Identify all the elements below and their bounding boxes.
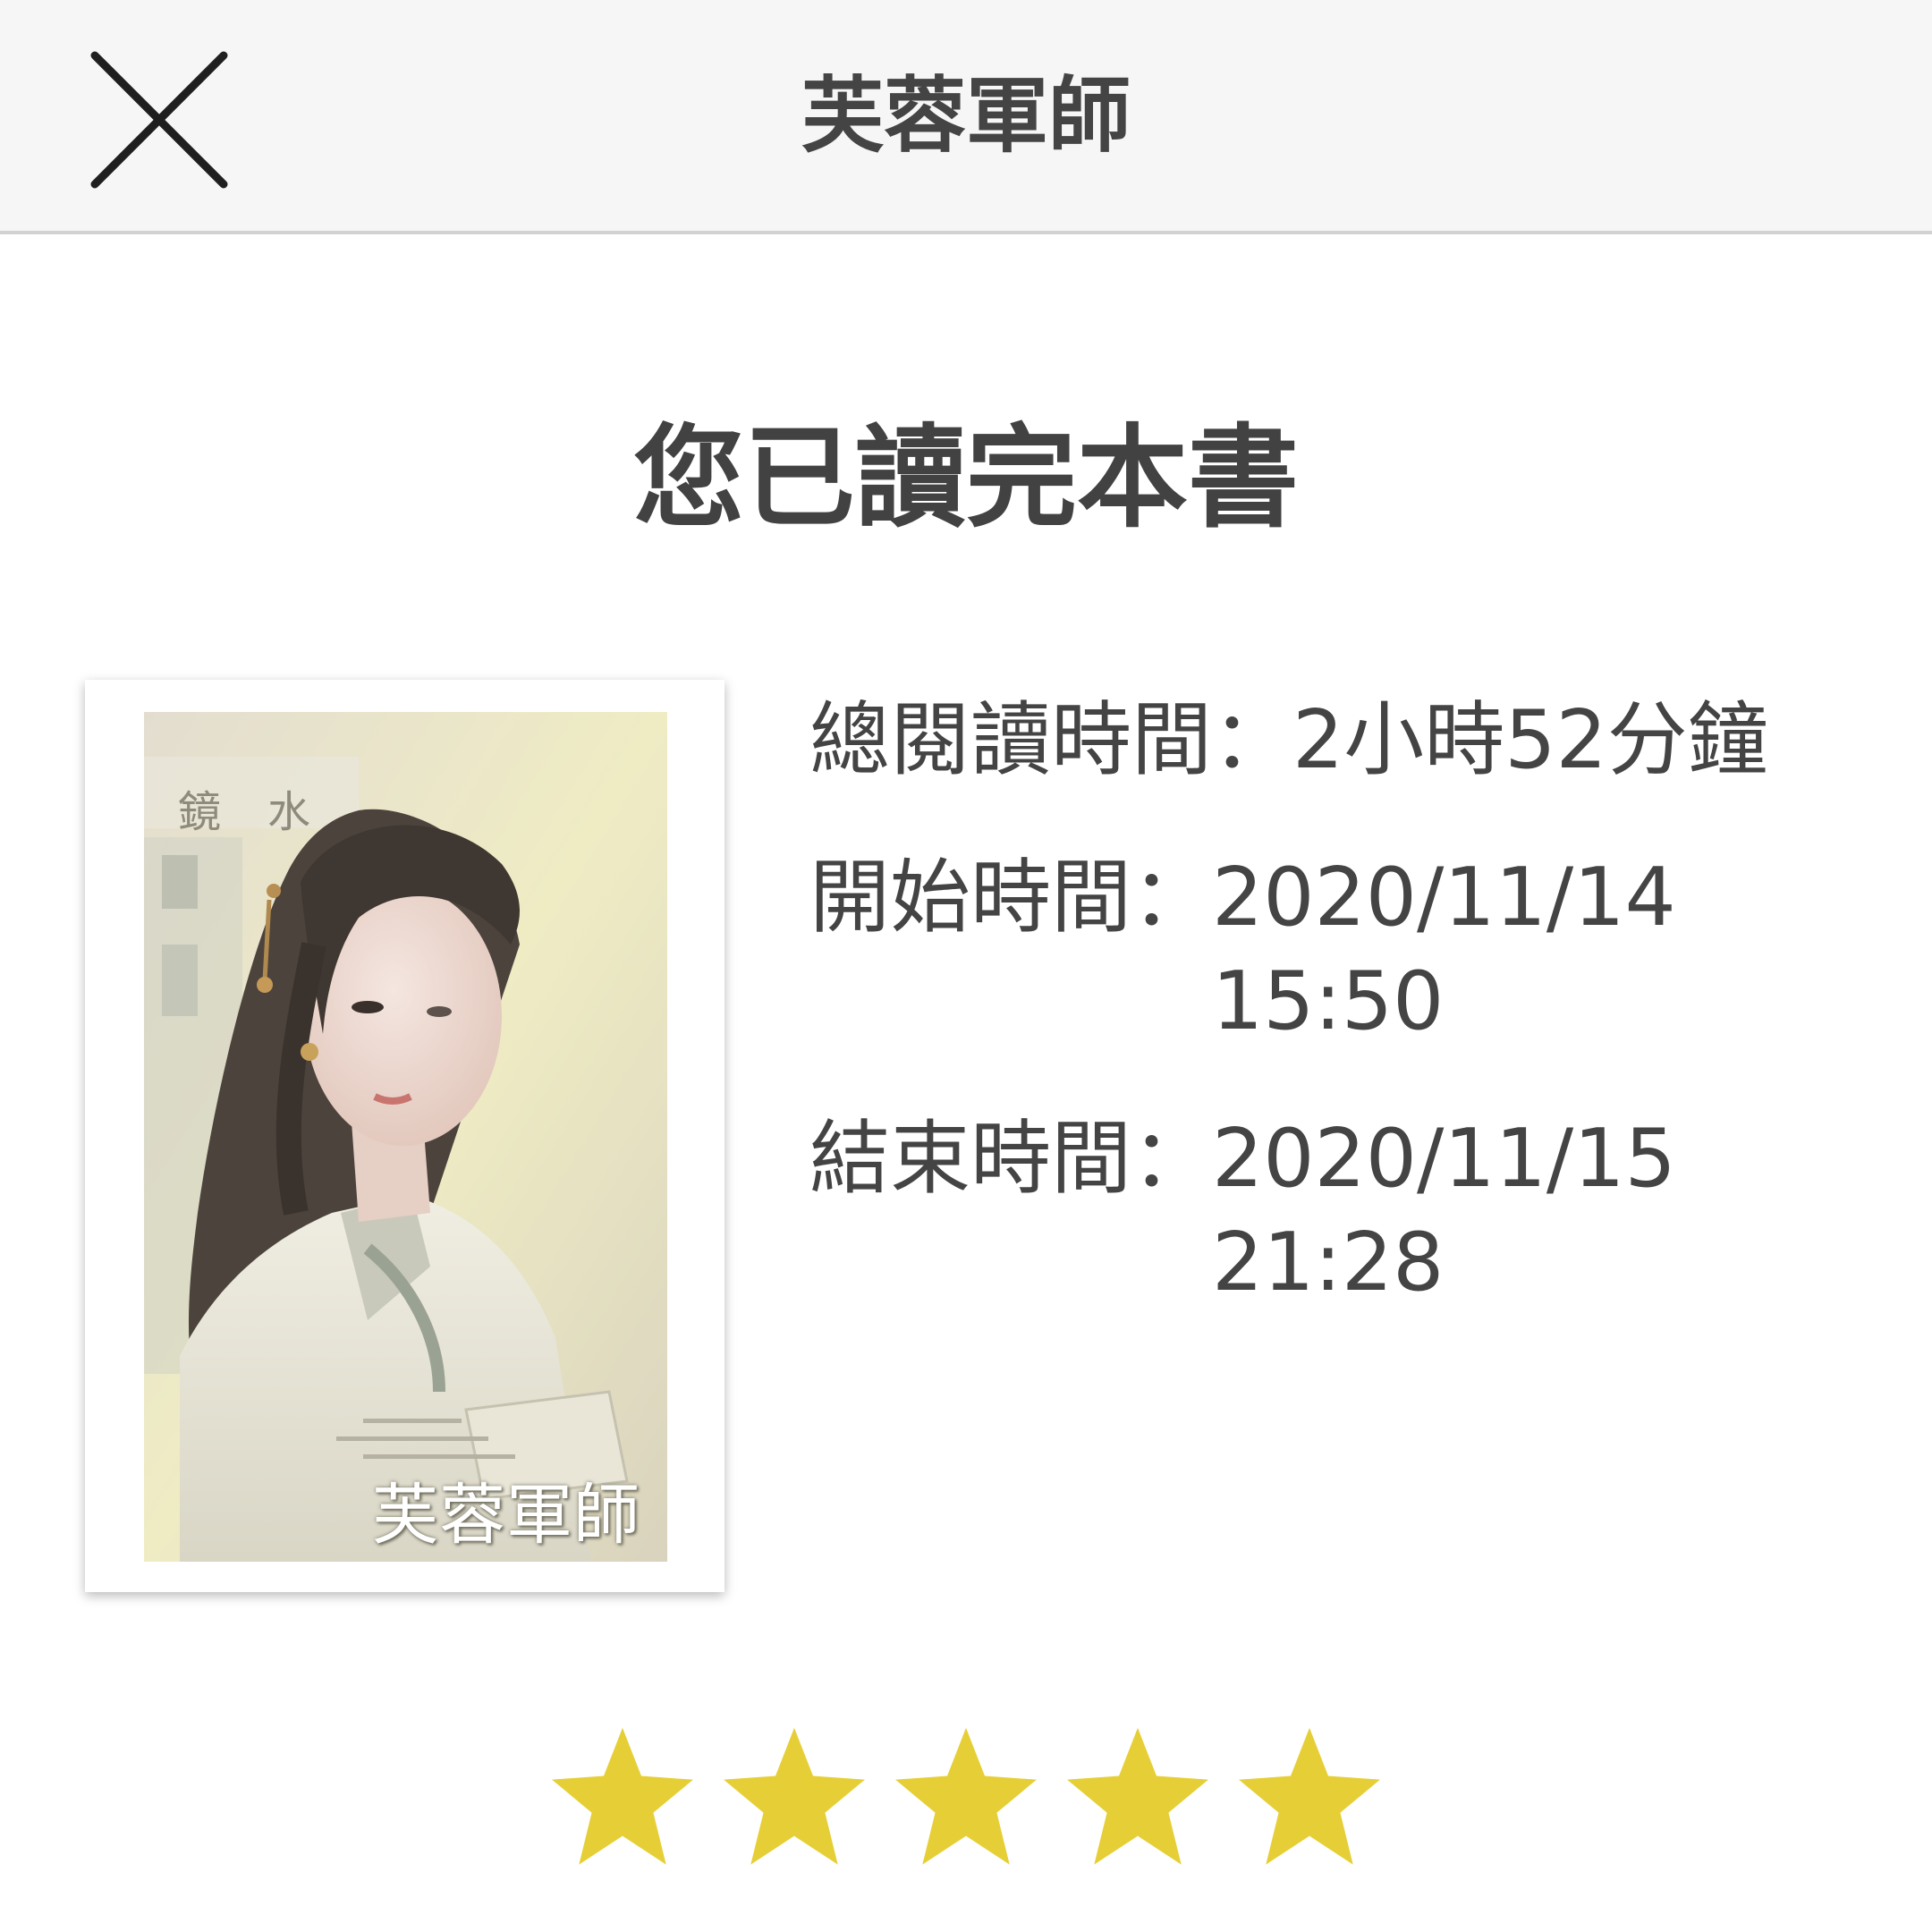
start-clock: 15:50 [1212,954,1445,1048]
finished-heading: 您已讀完本書 [632,414,1299,543]
end-time-row: 結束時間：2020/11/15 21:28 [809,1107,1883,1315]
star-icon[interactable] [891,1722,1041,1872]
end-date: 2020/11/15 [1212,1112,1676,1206]
star-rating[interactable] [0,1722,1932,1872]
total-time-label: 總閱讀時間： [809,693,1292,787]
book-title: 芙蓉軍師 [801,68,1131,164]
start-time-row: 開始時間：2020/11/14 15:50 [809,846,1883,1054]
star-icon[interactable] [1234,1722,1385,1872]
cover-illustration: 鏡 水 芙蓉軍師 [144,712,667,1562]
cover-artwork [144,712,667,1562]
total-time-value: 2小時52分鐘 [1292,693,1768,787]
reading-stats: 總閱讀時間：2小時52分鐘 開始時間：2020/11/14 15:50 結束時間：… [809,689,1883,1315]
start-time-label: 開始時間： [809,851,1212,945]
end-clock: 21:28 [1212,1216,1445,1309]
top-bar: 芙蓉軍師 [0,0,1932,234]
book-finished-screen: 芙蓉軍師 您已讀完本書 鏡 水 芙蓉軍師 總閱讀時間：2小時52分鐘 開始時間：… [0,0,1932,1932]
start-time-value: 2020/11/14 15:50 [1212,846,1677,1054]
cover-title-text: 芙蓉軍師 [372,1477,640,1554]
end-time-label: 結束時間： [809,1112,1212,1206]
star-icon[interactable] [719,1722,869,1872]
book-cover[interactable]: 鏡 水 芙蓉軍師 [85,680,724,1592]
end-time-value: 2020/11/15 21:28 [1212,1107,1677,1315]
star-icon[interactable] [1063,1722,1213,1872]
star-icon[interactable] [547,1722,698,1872]
total-reading-time-row: 總閱讀時間：2小時52分鐘 [809,689,1883,792]
start-date: 2020/11/14 [1212,851,1676,945]
cover-author-text: 鏡 水 [178,787,313,837]
